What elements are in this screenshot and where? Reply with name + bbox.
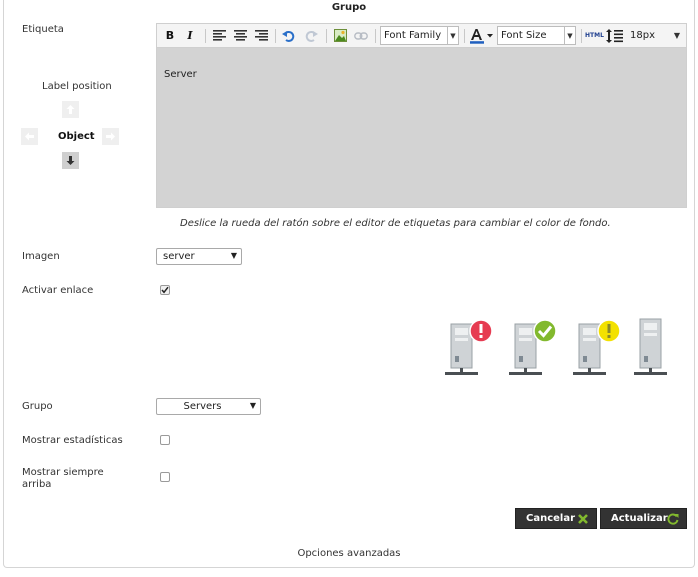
show-stats-checkbox[interactable]: [160, 435, 170, 445]
server-ok-icon: [509, 319, 557, 375]
toolbar-separator: [275, 29, 276, 43]
align-left-icon: [212, 30, 226, 41]
chevron-down-icon: ▼: [230, 251, 237, 260]
font-size-select[interactable]: Font Size ▼: [497, 26, 576, 45]
align-right-icon: [254, 30, 268, 41]
dialog-title: Grupo: [331, 2, 367, 13]
chevron-down-icon: ▼: [673, 31, 680, 40]
update-button-label: Actualizar: [611, 513, 668, 524]
close-icon: [578, 514, 588, 524]
always-on-top-label-line1: Mostrar siempre: [22, 467, 104, 478]
group-select[interactable]: Servers ▼: [156, 398, 261, 415]
insert-link-button[interactable]: [353, 27, 369, 44]
toolbar-separator: [581, 29, 582, 43]
undo-button[interactable]: [280, 27, 296, 44]
image-select-value: server: [163, 251, 195, 262]
server-unknown-icon: [634, 318, 667, 375]
undo-icon: [281, 30, 294, 42]
editor-toolbar: B I Font Family ▼ Font Size ▼ HTML 18px: [156, 23, 687, 47]
group-select-value: Servers: [183, 401, 222, 412]
image-label: Imagen: [22, 251, 60, 262]
label-field-label: Etiqueta: [22, 24, 64, 35]
font-size-value: Font Size: [501, 30, 547, 41]
label-position-object: Object: [58, 131, 95, 142]
label-position-down-button[interactable]: [62, 152, 79, 169]
link-icon: [354, 31, 368, 40]
cancel-button-label: Cancelar: [526, 513, 576, 524]
label-position-right-button[interactable]: [102, 128, 119, 145]
toolbar-separator: [205, 29, 206, 43]
redo-icon: [305, 30, 318, 42]
align-left-button[interactable]: [211, 27, 227, 44]
toolbar-separator: [375, 29, 376, 43]
italic-button[interactable]: I: [183, 27, 197, 44]
arrow-left-icon: [25, 132, 34, 141]
align-right-button[interactable]: [253, 27, 269, 44]
show-stats-label: Mostrar estadísticas: [22, 435, 123, 446]
cancel-button[interactable]: Cancelar: [515, 508, 597, 529]
chevron-down-icon: ▼: [249, 401, 256, 410]
arrow-right-icon: [106, 132, 115, 141]
font-family-value: Font Family: [384, 30, 442, 41]
server-warning-icon: [573, 319, 621, 375]
enable-link-label: Activar enlace: [22, 285, 94, 296]
text-color-icon: [470, 28, 493, 44]
refresh-icon: [667, 513, 679, 525]
bold-button[interactable]: B: [163, 27, 177, 44]
editor-content[interactable]: Server: [164, 69, 197, 80]
always-on-top-checkbox[interactable]: [160, 472, 170, 482]
line-height-icon: [605, 28, 623, 43]
chevron-down-icon: ▼: [447, 27, 458, 44]
arrow-up-icon: [66, 105, 75, 114]
insert-image-button[interactable]: [332, 27, 348, 44]
label-editor[interactable]: Server: [156, 47, 687, 208]
line-height-select[interactable]: 18px ▼: [630, 27, 684, 44]
advanced-options-toggle[interactable]: Opciones avanzadas: [0, 548, 698, 559]
arrow-down-icon: [66, 156, 75, 165]
label-position-title: Label position: [42, 81, 112, 92]
line-height-button[interactable]: [605, 27, 623, 44]
label-position-left-button[interactable]: [21, 128, 38, 145]
label-position-up-button[interactable]: [62, 101, 79, 118]
text-color-button[interactable]: [469, 27, 495, 44]
enable-link-checkbox[interactable]: [160, 285, 170, 295]
image-icon: [333, 29, 347, 42]
html-source-button[interactable]: HTML: [585, 27, 604, 44]
redo-button[interactable]: [303, 27, 319, 44]
align-center-button[interactable]: [232, 27, 248, 44]
line-height-value: 18px: [630, 30, 655, 41]
group-label: Grupo: [22, 401, 53, 412]
toolbar-separator: [464, 29, 465, 43]
always-on-top-label-line2: arriba: [22, 479, 52, 490]
editor-hint: Deslice la rueda del ratón sobre el edit…: [180, 218, 611, 229]
font-family-select[interactable]: Font Family ▼: [380, 26, 459, 45]
update-button[interactable]: Actualizar: [600, 508, 687, 529]
toolbar-separator: [326, 29, 327, 43]
chevron-down-icon: ▼: [564, 27, 575, 44]
image-select[interactable]: server ▼: [156, 248, 242, 265]
server-critical-icon: [445, 319, 493, 375]
align-center-icon: [233, 30, 247, 41]
check-icon: [161, 286, 169, 294]
